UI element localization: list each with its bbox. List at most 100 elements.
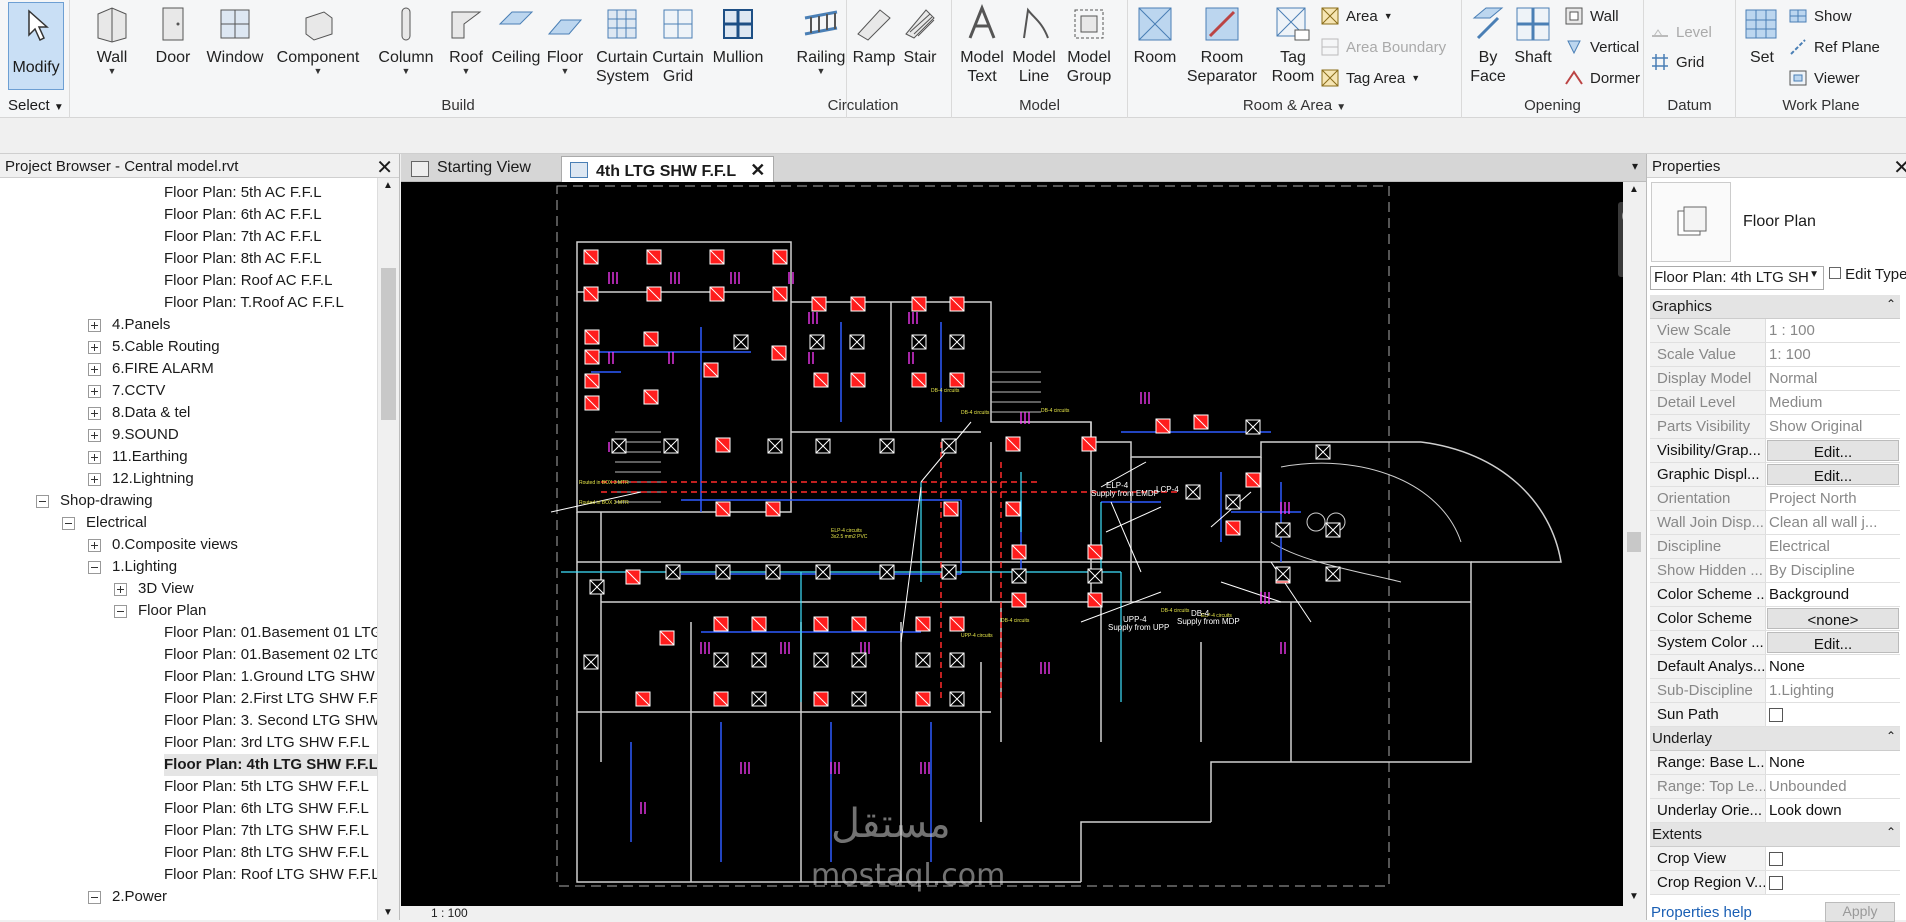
scroll-up-icon[interactable]: ▲ — [383, 180, 393, 191]
tree-item[interactable]: Floor Plan: 7th LTG SHW F.F.L — [164, 820, 369, 842]
tree-item[interactable]: 7.CCTV — [112, 380, 165, 402]
expand-icon[interactable] — [88, 407, 101, 420]
expand-icon[interactable] — [88, 319, 101, 332]
tree-item[interactable]: 11.Earthing — [112, 446, 188, 468]
wall-button[interactable]: Wall ▼ — [82, 4, 142, 76]
prop-value[interactable]: By Discipline — [1766, 559, 1900, 582]
set-button[interactable]: Set — [1740, 4, 1784, 67]
prop-value[interactable]: 1 : 100 — [1766, 319, 1900, 342]
viewer-button[interactable]: Viewer — [1788, 66, 1860, 90]
ref-plane-button[interactable]: Ref Plane — [1788, 35, 1880, 59]
tree-item[interactable]: Floor Plan: 01.Basement 02 LTG — [164, 644, 378, 666]
vertical-button[interactable]: Vertical — [1564, 35, 1639, 59]
canvas-scrollbar[interactable]: ▲ ▼ — [1623, 182, 1646, 912]
tree-item[interactable]: Floor Plan: 5th AC F.F.L — [164, 182, 322, 204]
tree-item[interactable]: Floor Plan: 8th LTG SHW F.F.L — [164, 842, 369, 864]
tree-item[interactable]: 0.Composite views — [112, 534, 238, 556]
prop-value[interactable]: Electrical — [1766, 535, 1900, 558]
scroll-down-icon[interactable]: ▼ — [1629, 891, 1639, 902]
tree-item[interactable]: 12.Lightning — [112, 468, 194, 490]
scrollbar-thumb[interactable] — [1627, 532, 1641, 552]
tree-item[interactable]: Floor Plan: 5th LTG SHW F.F.L — [164, 776, 369, 798]
level-button[interactable]: Level — [1650, 20, 1712, 44]
room-button[interactable]: Room — [1130, 4, 1180, 67]
show-button[interactable]: Show — [1788, 4, 1852, 28]
area-boundary-button[interactable]: Area Boundary — [1320, 35, 1446, 59]
collapse-icon[interactable] — [36, 495, 49, 508]
modify-button[interactable]: Modify — [8, 2, 64, 90]
scroll-up-icon[interactable]: ▲ — [1629, 184, 1639, 195]
tree-item[interactable]: Shop-drawing — [60, 490, 153, 512]
apply-button[interactable]: Apply — [1825, 902, 1895, 922]
close-icon[interactable]: ✕ — [376, 155, 393, 180]
stair-button[interactable]: Stair — [897, 4, 943, 67]
collapse-icon[interactable] — [88, 891, 101, 904]
tree-item-selected[interactable]: Floor Plan: 4th LTG SHW F.F.L — [164, 754, 378, 776]
area-button[interactable]: Area ▼ — [1320, 4, 1393, 28]
tree-item[interactable]: 2.Power — [112, 886, 167, 908]
close-tab-icon[interactable]: ✕ — [750, 160, 765, 180]
expand-icon[interactable] — [88, 429, 101, 442]
model-line-button[interactable]: Model Line — [1008, 4, 1060, 86]
collapse-icon[interactable] — [88, 561, 101, 574]
group-graphics[interactable]: Graphics ⌃ — [1650, 295, 1900, 319]
tree-item[interactable]: 8.Data & tel — [112, 402, 190, 424]
group-underlay[interactable]: Underlay ⌃ — [1650, 727, 1900, 751]
collapse-icon[interactable] — [62, 517, 75, 530]
select-dropdown[interactable]: Select ▼ — [8, 97, 64, 114]
collapse-icon[interactable]: ⌃ — [1886, 825, 1896, 839]
tree-item[interactable]: 6.FIRE ALARM — [112, 358, 214, 380]
instance-selector[interactable]: Floor Plan: 4th LTG SH ▼ — [1650, 266, 1824, 290]
tree-item[interactable]: Floor Plan: Roof LTG SHW F.F.L — [164, 864, 378, 886]
dormer-button[interactable]: Dormer — [1564, 66, 1640, 90]
tree-item[interactable]: Floor Plan: 3. Second LTG SHW F — [164, 710, 378, 732]
curtain-system-button[interactable]: Curtain System — [596, 4, 649, 86]
railing-button[interactable]: Railing ▼ — [791, 4, 851, 76]
expand-icon[interactable] — [88, 341, 101, 354]
crop-region-checkbox[interactable] — [1769, 876, 1783, 890]
prop-value[interactable]: None — [1766, 655, 1900, 678]
room-separator-button[interactable]: Room Separator — [1182, 4, 1262, 86]
prop-value[interactable]: Unbounded — [1766, 775, 1900, 798]
edit-button[interactable]: Edit... — [1767, 464, 1899, 485]
shaft-button[interactable]: Shaft — [1510, 4, 1556, 67]
tree-item[interactable]: Floor Plan: 3rd LTG SHW F.F.L — [164, 732, 370, 754]
ramp-button[interactable]: Ramp — [851, 4, 897, 67]
tree-item[interactable]: Floor Plan: 7th AC F.F.L — [164, 226, 322, 248]
drawing-canvas[interactable]: Routed in BOX 3 MTR Routed in BOX 3 MTR D… — [401, 182, 1646, 912]
tag-room-button[interactable]: Tag Room — [1264, 4, 1322, 86]
tree-item[interactable]: Floor Plan: 6th LTG SHW F.F.L — [164, 798, 369, 820]
project-browser-scrollbar[interactable]: ▲ ▼ — [377, 178, 399, 920]
by-face-button[interactable]: By Face — [1466, 4, 1510, 86]
tab-menu-icon[interactable]: ▾ — [1632, 159, 1638, 173]
close-icon[interactable]: ✕ — [1893, 155, 1906, 180]
expand-icon[interactable] — [88, 363, 101, 376]
curtain-grid-button[interactable]: Curtain Grid — [652, 4, 704, 86]
mullion-button[interactable]: Mullion — [706, 4, 770, 67]
tree-item[interactable]: Floor Plan: 2.First LTG SHW F.F.L — [164, 688, 378, 710]
prop-value[interactable]: Project North — [1766, 487, 1900, 510]
crop-view-checkbox[interactable] — [1769, 852, 1783, 866]
tree-item[interactable]: Floor Plan: T.Roof AC F.F.L — [164, 292, 344, 314]
tree-item[interactable]: Floor Plan: 01.Basement 01 LTG — [164, 622, 378, 644]
tree-item[interactable]: Floor Plan: Roof AC F.F.L — [164, 270, 332, 292]
color-scheme-button[interactable]: <none> — [1767, 608, 1899, 629]
prop-value[interactable]: Clean all wall j... — [1766, 511, 1900, 534]
sun-path-checkbox[interactable] — [1769, 708, 1783, 722]
room-area-panel-label[interactable]: Room & Area ▼ — [1128, 97, 1461, 114]
properties-help-link[interactable]: Properties help — [1651, 904, 1752, 921]
edit-button[interactable]: Edit... — [1767, 440, 1899, 461]
expand-icon[interactable] — [88, 539, 101, 552]
prop-value[interactable]: 1.Lighting — [1766, 679, 1900, 702]
ceiling-button[interactable]: Ceiling — [486, 4, 546, 67]
prop-value[interactable]: Medium — [1766, 391, 1900, 414]
prop-value[interactable]: 1: 100 — [1766, 343, 1900, 366]
expand-icon[interactable] — [88, 473, 101, 486]
prop-value[interactable]: Show Original — [1766, 415, 1900, 438]
prop-value[interactable]: Look down — [1766, 799, 1900, 822]
tree-item[interactable]: 5.Cable Routing — [112, 336, 220, 358]
collapse-icon[interactable] — [114, 605, 127, 618]
expand-icon[interactable] — [114, 583, 127, 596]
tree-item[interactable]: 1.Lighting — [112, 556, 177, 578]
collapse-icon[interactable]: ⌃ — [1886, 297, 1896, 311]
